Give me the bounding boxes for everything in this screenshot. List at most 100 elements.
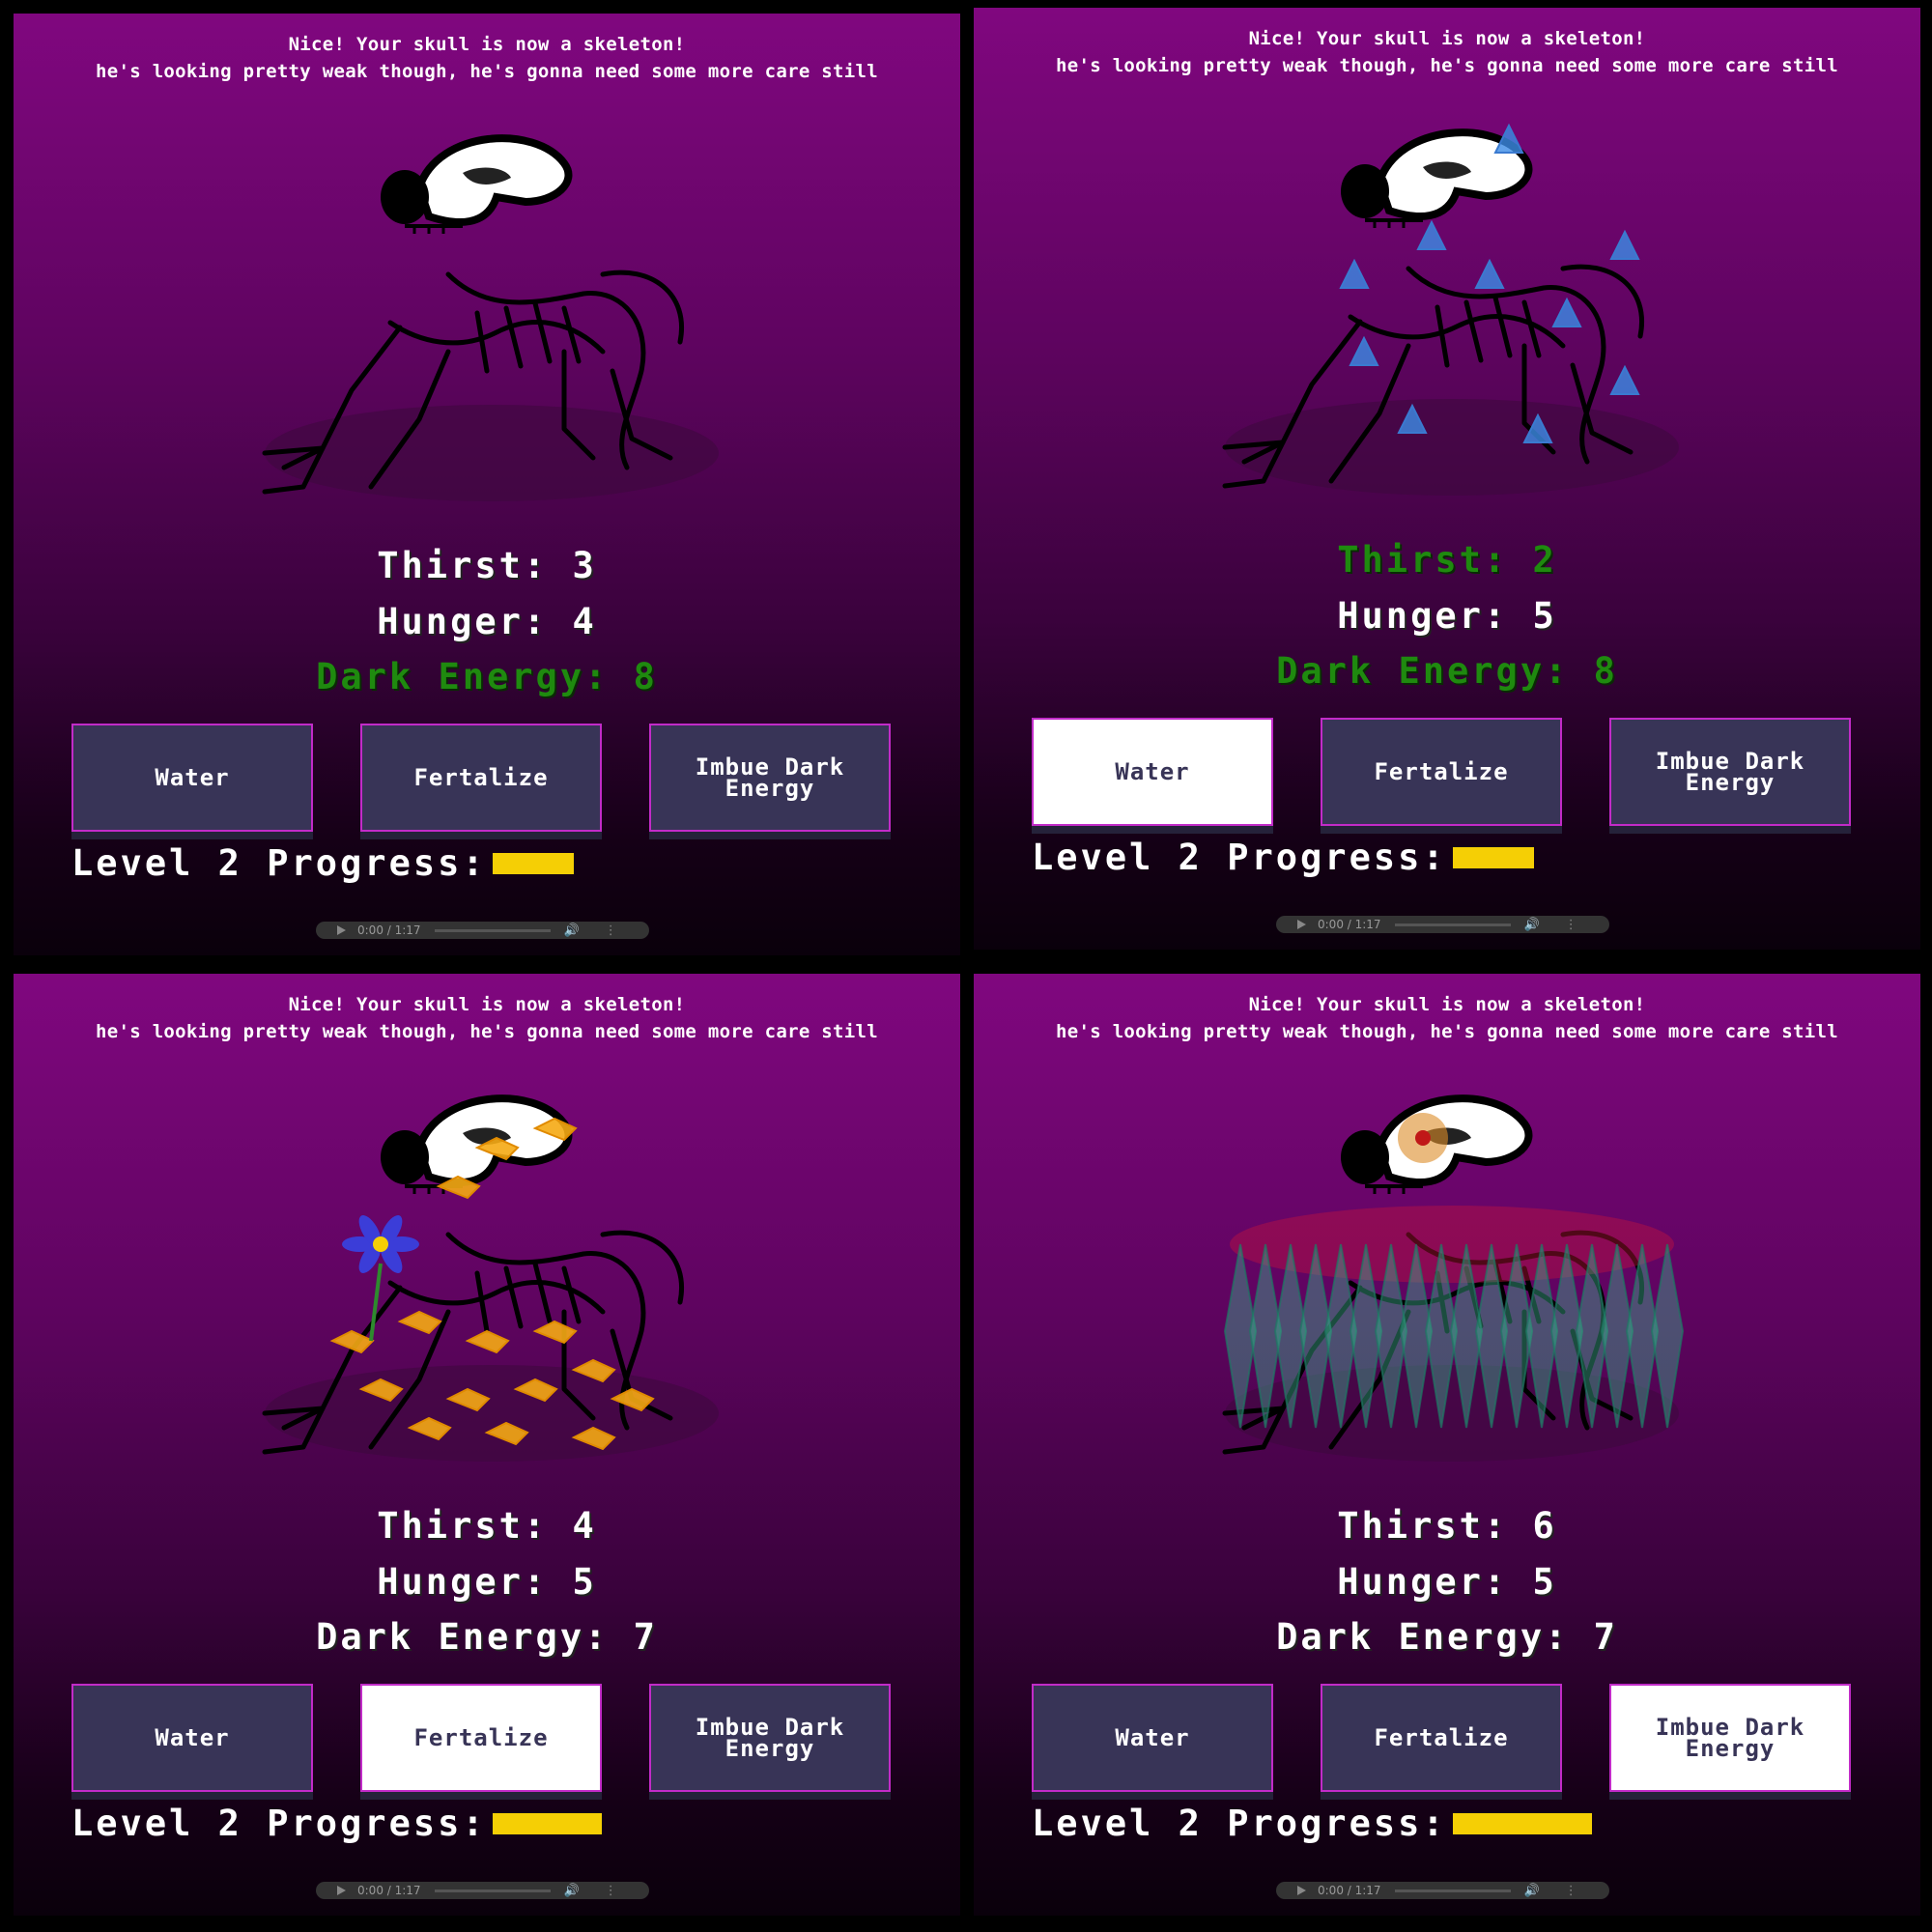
fertalize-button-label: Fertalize: [1374, 1724, 1509, 1751]
water-button[interactable]: Water: [71, 724, 313, 832]
water-button[interactable]: Water: [1032, 718, 1273, 826]
level-progress-label: Level 2 Progress:: [71, 1803, 487, 1844]
status-message: Nice! Your skull is now a skeleton! he's…: [14, 991, 960, 1045]
dark-energy-label: Dark Energy:: [1276, 1616, 1570, 1658]
hunger-stat: Hunger: 4: [14, 601, 960, 642]
game-panel: Nice! Your skull is now a skeleton! he's…: [974, 8, 1920, 950]
status-message-line-2: he's looking pretty weak though, he's go…: [1056, 1021, 1838, 1042]
thirst-label: Thirst:: [1337, 1505, 1509, 1547]
dark-energy-stat: Dark Energy: 7: [974, 1616, 1920, 1658]
more-vertical-icon[interactable]: ⋮: [1565, 1884, 1577, 1898]
hunger-label: Hunger:: [1337, 1561, 1509, 1603]
skeleton-pet-illustration: [262, 1094, 719, 1462]
water-drop: [1349, 335, 1379, 366]
imbue-dark-energy-button[interactable]: Imbue Dark Energy: [649, 724, 891, 832]
water-drop: [1609, 229, 1640, 260]
audio-time: 0:00 / 1:17: [357, 1884, 421, 1897]
imbue-dark-energy-button[interactable]: Imbue Dark Energy: [649, 1684, 891, 1792]
fertalize-button[interactable]: Fertalize: [1321, 1684, 1562, 1792]
dark-energy-value: 7: [633, 1616, 658, 1658]
imbue-button-label: Imbue Dark Energy: [695, 1714, 845, 1762]
more-vertical-icon[interactable]: ⋮: [1565, 918, 1577, 932]
status-message-line-2: he's looking pretty weak though, he's go…: [96, 1021, 878, 1042]
volume-icon[interactable]: 🔊: [564, 1884, 580, 1898]
glowing-eye-core: [1415, 1130, 1431, 1146]
audio-player[interactable]: 0:00 / 1:17 🔊 ⋮: [316, 922, 649, 939]
level-progress-bar: [492, 852, 574, 874]
imbue-dark-energy-button[interactable]: Imbue Dark Energy: [1609, 1684, 1851, 1792]
water-button-label: Water: [1115, 1724, 1190, 1751]
fertalize-button[interactable]: Fertalize: [360, 1684, 602, 1792]
thirst-value: 4: [572, 1505, 597, 1547]
more-vertical-icon[interactable]: ⋮: [605, 1884, 617, 1898]
level-progress: Level 2 Progress:: [71, 1803, 602, 1844]
game-panel: Nice! Your skull is now a skeleton! he's…: [974, 974, 1920, 1916]
thirst-label: Thirst:: [377, 1505, 549, 1547]
water-button[interactable]: Water: [71, 1684, 313, 1792]
fertalize-button-label: Fertalize: [1374, 758, 1509, 785]
skeleton-pet-illustration: [1222, 1094, 1685, 1462]
audio-seek-bar[interactable]: [434, 928, 551, 932]
thirst-stat: Thirst: 2: [974, 539, 1920, 581]
dark-energy-stat: Dark Energy: 8: [14, 656, 960, 697]
audio-seek-bar[interactable]: [434, 1889, 551, 1892]
hunger-stat: Hunger: 5: [14, 1561, 960, 1603]
hunger-label: Hunger:: [377, 1561, 549, 1603]
status-message-line-2: he's looking pretty weak though, he's go…: [1056, 55, 1838, 76]
fertalize-button[interactable]: Fertalize: [360, 724, 602, 832]
audio-seek-bar[interactable]: [1394, 1889, 1511, 1892]
energy-ring: [1230, 1206, 1674, 1283]
ground-shadow: [265, 1365, 719, 1462]
skeleton-pet-illustration: [262, 134, 719, 501]
volume-icon[interactable]: 🔊: [564, 923, 580, 938]
more-vertical-icon[interactable]: ⋮: [605, 923, 617, 938]
hunger-value: 5: [1532, 1561, 1557, 1603]
play-icon[interactable]: [1297, 920, 1306, 929]
water-drop: [1551, 297, 1582, 327]
thirst-label: Thirst:: [1337, 539, 1509, 581]
imbue-button-label: Imbue Dark Energy: [1655, 1714, 1805, 1762]
level-progress-bar: [1452, 846, 1534, 868]
dark-energy-label: Dark Energy:: [316, 1616, 610, 1658]
ground-shadow: [1225, 399, 1679, 496]
audio-player[interactable]: 0:00 / 1:17 🔊 ⋮: [316, 1882, 649, 1899]
status-message-line-1: Nice! Your skull is now a skeleton!: [1248, 28, 1646, 49]
level-progress: Level 2 Progress:: [71, 842, 574, 884]
volume-icon[interactable]: 🔊: [1524, 1884, 1540, 1898]
water-button[interactable]: Water: [1032, 1684, 1273, 1792]
water-button-label: Water: [1115, 758, 1190, 785]
thirst-stat: Thirst: 3: [14, 545, 960, 586]
audio-player[interactable]: 0:00 / 1:17 🔊 ⋮: [1276, 1882, 1609, 1899]
dark-energy-label: Dark Energy:: [316, 656, 610, 697]
play-icon[interactable]: [337, 1886, 346, 1895]
thirst-stat: Thirst: 4: [14, 1505, 960, 1547]
thirst-value: 2: [1532, 539, 1557, 581]
thirst-value: 3: [572, 545, 597, 586]
game-panel: Nice! Your skull is now a skeleton! he's…: [14, 974, 960, 1916]
status-message-line-1: Nice! Your skull is now a skeleton!: [1248, 994, 1646, 1015]
ground-shadow: [265, 405, 719, 501]
thirst-value: 6: [1532, 1505, 1557, 1547]
game-panel: Nice! Your skull is now a skeleton! he's…: [14, 14, 960, 955]
level-progress-label: Level 2 Progress:: [71, 842, 487, 884]
hunger-value: 5: [1532, 595, 1557, 637]
dark-energy-value: 8: [633, 656, 658, 697]
play-icon[interactable]: [1297, 1886, 1306, 1895]
fertalize-button[interactable]: Fertalize: [1321, 718, 1562, 826]
level-progress-label: Level 2 Progress:: [1032, 1803, 1447, 1844]
level-progress-bar: [492, 1812, 602, 1834]
water-drop: [1609, 364, 1640, 395]
skeleton-pet-illustration: [1222, 123, 1679, 496]
volume-icon[interactable]: 🔊: [1524, 918, 1540, 932]
hunger-value: 4: [572, 601, 597, 642]
imbue-dark-energy-button[interactable]: Imbue Dark Energy: [1609, 718, 1851, 826]
audio-time: 0:00 / 1:17: [1318, 1884, 1381, 1897]
status-message-line-2: he's looking pretty weak though, he's go…: [96, 61, 878, 82]
audio-player[interactable]: 0:00 / 1:17 🔊 ⋮: [1276, 916, 1609, 933]
audio-seek-bar[interactable]: [1394, 923, 1511, 926]
play-icon[interactable]: [337, 925, 346, 935]
status-message: Nice! Your skull is now a skeleton! he's…: [974, 25, 1920, 79]
hunger-stat: Hunger: 5: [974, 1561, 1920, 1603]
hunger-label: Hunger:: [377, 601, 549, 642]
dark-energy-label: Dark Energy:: [1276, 650, 1570, 692]
